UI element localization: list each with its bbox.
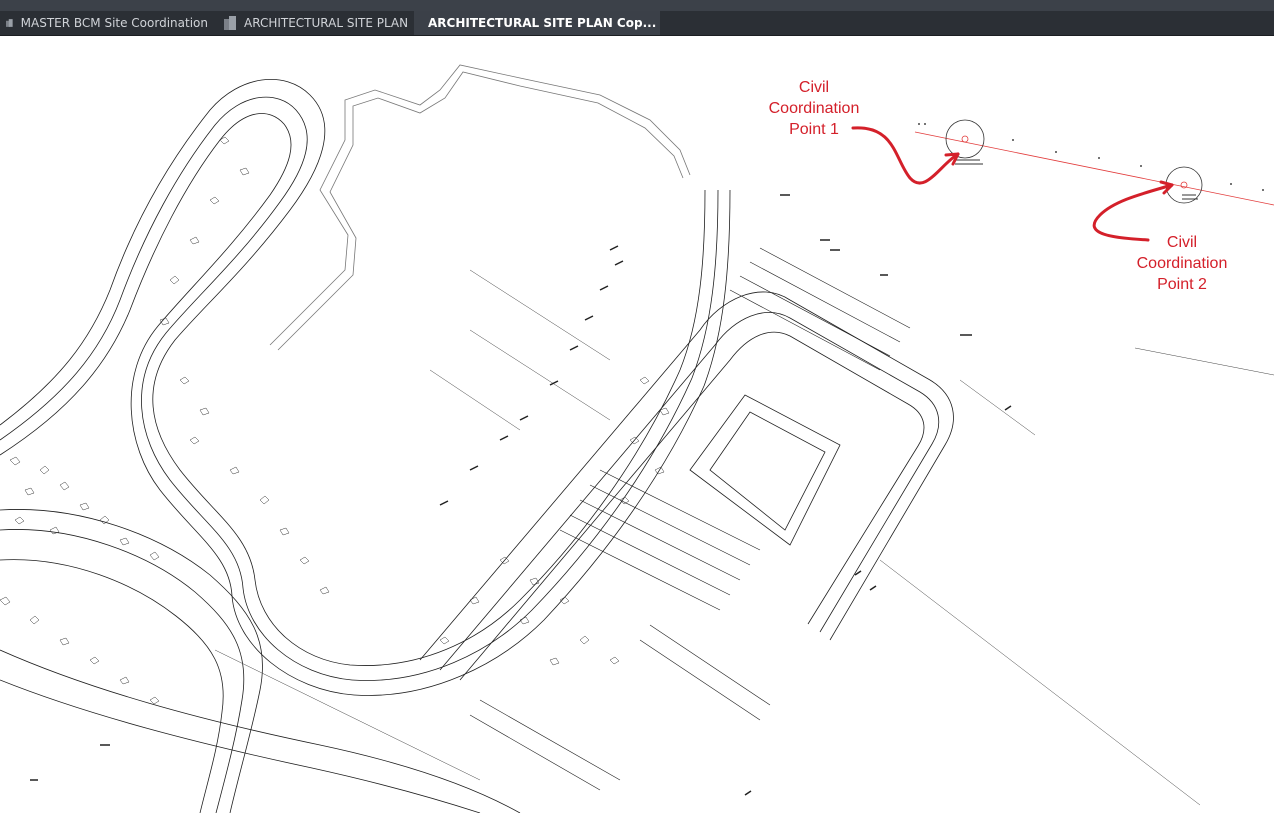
drawing-document-icon [6,19,13,27]
southwest-road-2 [0,529,245,813]
road-loop-inner [0,96,719,681]
main-corridor-2 [439,312,940,671]
tab-architectural-site-plan[interactable]: ARCHITECTURAL SITE PLAN [218,11,412,35]
road-loop-outer [0,78,706,666]
main-corridor-3 [459,331,925,681]
construction-lines [214,269,1274,806]
tab-label: ARCHITECTURAL SITE PLAN [244,16,409,30]
coordination-point-1-marker [945,119,985,159]
drawing-document-icon [224,16,236,30]
callout-civil-coordination-point-1: Civil Coordination Point 1 [768,79,860,138]
tab-master-bcm-site-coordination[interactable]: MASTER BCM Site Coordination [0,11,208,35]
road-loop-mid [0,113,731,696]
callout-civil-coordination-point-2: Civil Coordination Point 2 [1136,234,1228,293]
south-road-2 [0,679,481,813]
southwest-road-3 [0,559,224,813]
southwest-road-1 [0,509,263,813]
south-road-1 [0,649,521,813]
coordination-survey-line [914,119,1274,206]
window-top-strip [0,0,1274,11]
vegetation-hatching [0,136,670,705]
parcel-boundary [269,64,691,346]
tab-architectural-site-plan-copy[interactable]: ARCHITECTURAL SITE PLAN Cop... [414,11,660,35]
file-tab-bar: MASTER BCM Site Coordination ARCHITECTUR… [0,11,1274,36]
parking-rows [469,247,911,791]
parking-block [689,394,841,546]
drawing-annotation-ticks [30,194,1012,796]
site-plan-drawing [0,64,1274,813]
drawing-canvas[interactable]: Civil Coordination Point 1 Civil Coordin… [0,36,1274,813]
tab-label: MASTER BCM Site Coordination [20,16,208,30]
tab-label: ARCHITECTURAL SITE PLAN Cop... [428,16,657,30]
